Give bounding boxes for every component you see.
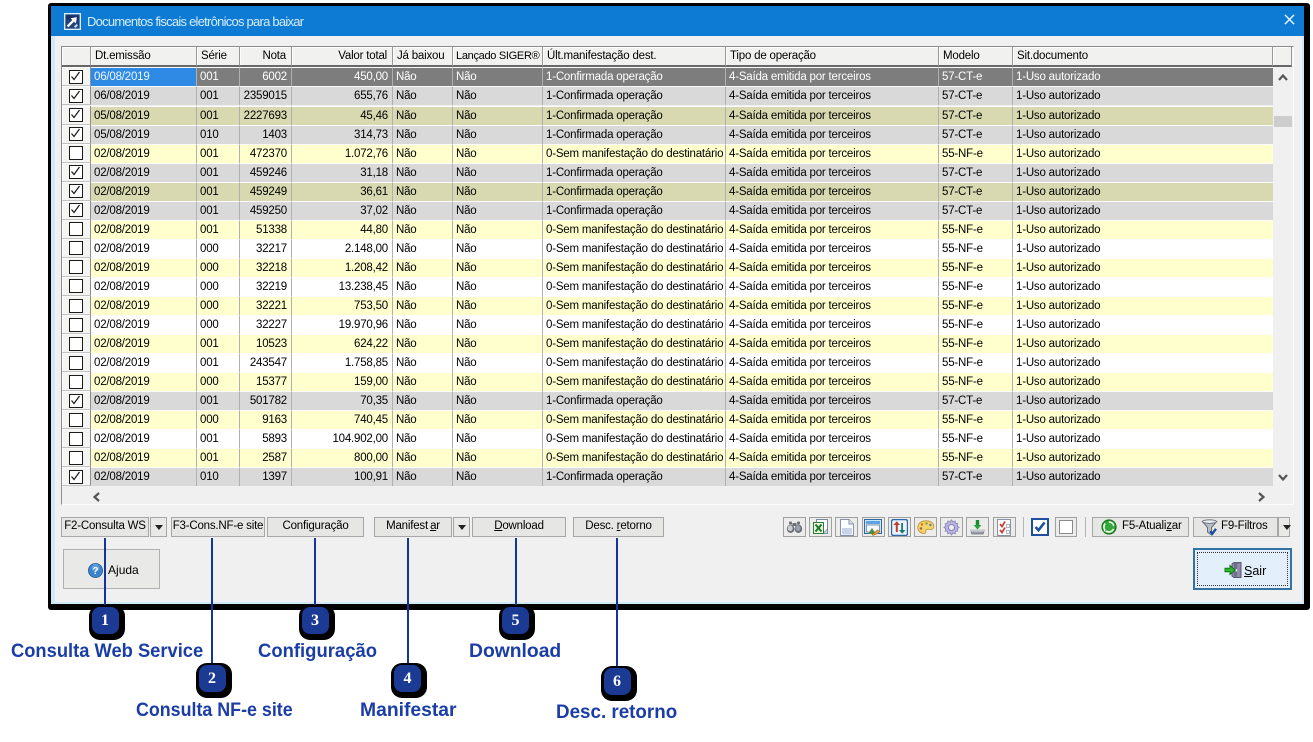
svg-text:?: ? (93, 566, 99, 577)
